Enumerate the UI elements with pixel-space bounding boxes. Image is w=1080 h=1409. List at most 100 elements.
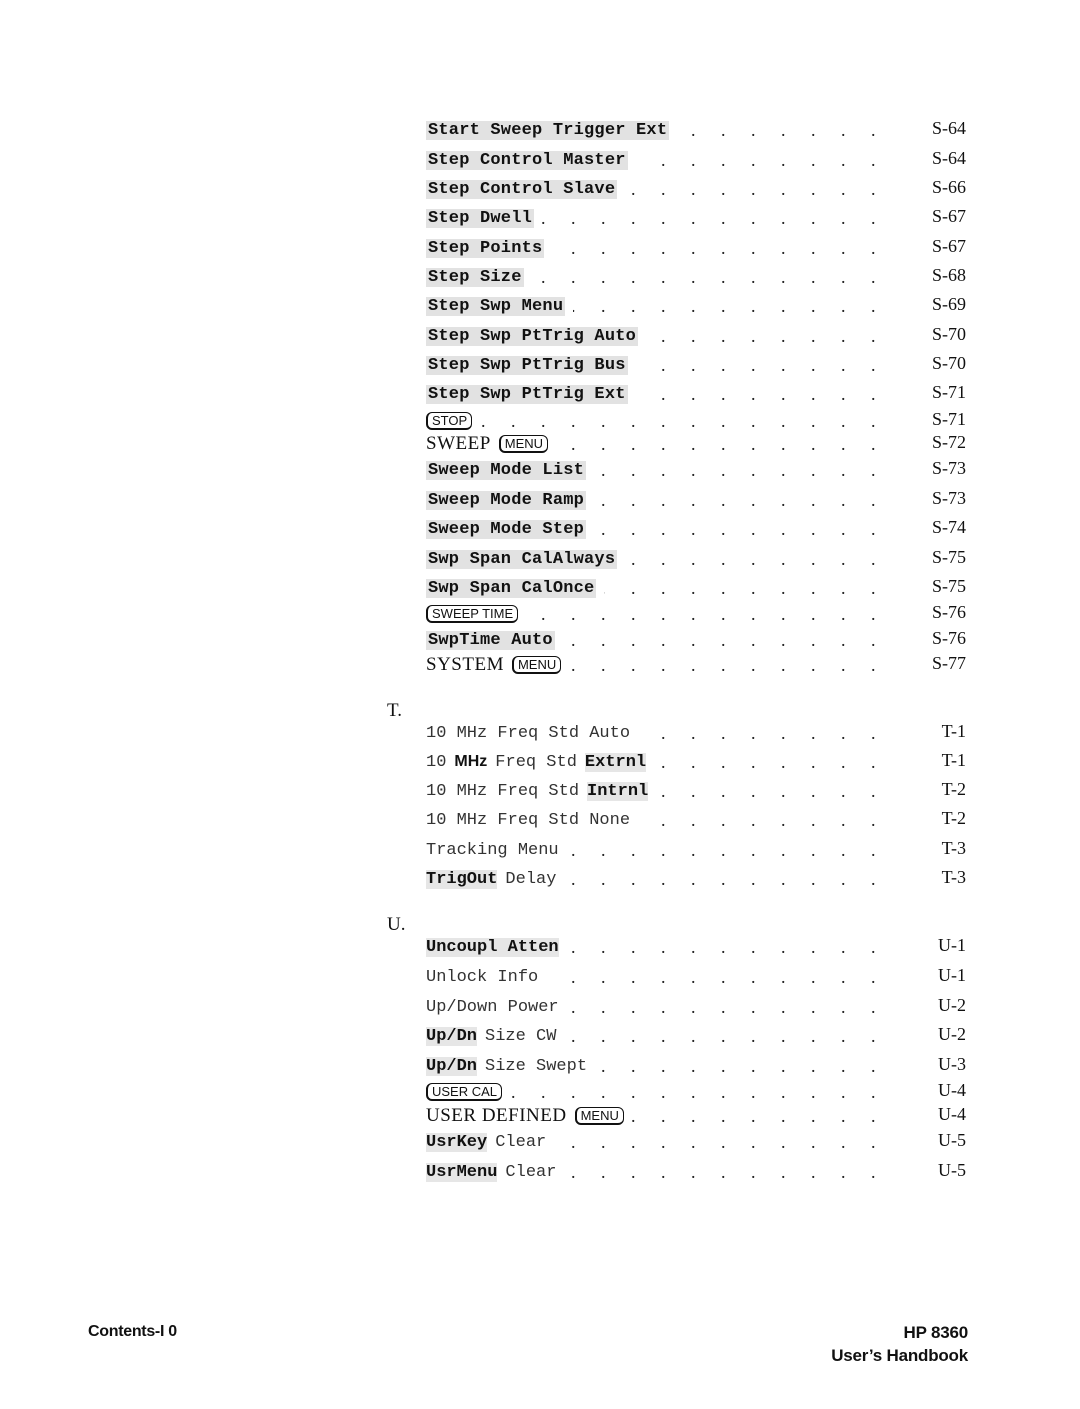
leader-dots: . . . . . . . . . . . . . . . . . . . . … [567, 936, 886, 957]
page-reference: S-64 [931, 148, 966, 168]
entry-label: 10 MHz Freq Std None [426, 811, 630, 830]
index-entry: USER DEFINED MENU . . . . . . . . . . . . … [426, 1102, 886, 1130]
entry-label: Step Size [426, 267, 524, 287]
leader-dots: . . . . . . . . . . . . . . . . . . . . … [595, 1055, 886, 1076]
leader-dots: . . . . . . . . . . . . . . . . . . . . … [646, 325, 886, 346]
text-label: 10 MHz Freq Std [426, 781, 580, 801]
index-entry: SWEEP MENU . . . . . . . . . . . . . . . .… [426, 430, 886, 458]
index-entry: Sweep Mode Ramp . . . . . . . . . . . . .… [426, 486, 886, 514]
softkey-label: Step Swp PtTrig Ext [426, 384, 628, 404]
softkey-label: Step Swp PtTrig Auto [426, 326, 639, 346]
index-entry: Uncoupl Atten . . . . . . . . . . . . . .… [426, 933, 886, 961]
page-reference: S-67 [931, 206, 966, 226]
leader-dots: . . . . . . . . . . . . . . . . . . . . … [567, 839, 886, 860]
text-label: Size CW [485, 1026, 557, 1046]
index-entry: Swp Span CalOnce . . . . . . . . . . . . … [426, 574, 886, 602]
softkey-label: Sweep Mode Ramp [426, 490, 587, 510]
leader-dots: . . . . . . . . . . . . . . . . . . . . … [567, 996, 886, 1017]
softkey-label: Uncoupl Atten [426, 937, 559, 957]
hardkey-label: MENU [498, 435, 549, 453]
section-letter-t: T. [387, 700, 402, 721]
leader-dots: . . . . . . . . . . . . . . . . . . . . … [510, 1081, 886, 1102]
index-entry: 10 MHz Freq Std Extrnl . . . . . . . . . . .… [426, 748, 886, 776]
page-reference: T-1 [941, 750, 966, 770]
entry-label: 10 MHz Freq Std Extrnl [426, 752, 647, 772]
leader-dots: . . . . . . . . . . . . . . . . . . . . … [569, 654, 886, 675]
hardkey-label: USER CAL [426, 1083, 503, 1101]
leader-dots: . . . . . . . . . . . . . . . . . . . . … [636, 354, 886, 375]
softkey-label: Step Control Slave [426, 179, 618, 199]
page-reference: U-4 [938, 1080, 966, 1100]
page-footer-label: Contents-I 0 [88, 1323, 177, 1340]
leader-dots: . . . . . . . . . . . . . . . . . . . . … [604, 577, 886, 598]
page-reference: S-69 [931, 294, 966, 314]
leader-dots: . . . . . . . . . . . . . . . . . . . . … [563, 629, 886, 650]
page-reference: U-2 [938, 995, 966, 1015]
index-entry: Step Swp PtTrig Bus . . . . . . . . . . .… [426, 351, 886, 379]
entry-label: Up/Dn Size Swept [426, 1056, 587, 1076]
entry-label: SWEEP MENU [426, 433, 549, 455]
index-entry: Unlock Info . . . . . . . . . . . . . . .… [426, 963, 886, 991]
leader-dots: . . . . . . . . . . . . . . . . . . . . … [625, 548, 886, 569]
entry-label: Step Dwell [426, 208, 535, 228]
hardkey-label: STOP [426, 412, 473, 430]
key-group-label: SWEEP [426, 433, 491, 454]
index-entry: 10 MHz Freq Std Intrnl . . . . . . . . . .… [426, 777, 886, 805]
page-reference: S-75 [931, 547, 966, 567]
text-label: Clear [495, 1132, 547, 1152]
leader-dots: . . . . . . . . . . . . . . . . . . . . … [556, 433, 886, 454]
entry-label: Up/Dn Size CW [426, 1026, 557, 1046]
leader-dots: . . . . . . . . . . . . . . . . . . . . … [573, 295, 886, 316]
leader-dots: . . . . . . . . . . . . . . . . . . . . … [480, 410, 886, 431]
entry-label: 10 MHz Freq Std Intrnl [426, 781, 649, 801]
index-entry: TrigOut Delay . . . . . . . . . . . . . . … [426, 865, 886, 893]
text-label: Clear [505, 1162, 557, 1182]
page-reference: T-3 [941, 838, 966, 858]
page-reference: U-2 [938, 1024, 966, 1044]
index-entry: Start Sweep Trigger Ext . . . . . . . . .… [426, 116, 886, 144]
page-reference: U-1 [938, 935, 966, 955]
entry-label: Step Swp Menu [426, 296, 566, 316]
softkey-label: Step Swp Menu [426, 296, 566, 316]
text-label: 10 MHz Freq Std Auto [426, 723, 631, 743]
page-reference: S-68 [931, 265, 966, 285]
manual-name: User’s Handbook [831, 1346, 968, 1365]
leader-dots: . . . . . . . . . . . . . . . . . . . . … [654, 751, 886, 772]
index-entry: Step Control Master . . . . . . . . . . .… [426, 146, 886, 174]
leader-dots: . . . . . . . . . . . . . . . . . . . . … [552, 237, 886, 258]
index-entry: SWEEP TIME . . . . . . . . . . . . . . . … [426, 600, 886, 628]
entry-label: Step Swp PtTrig Ext [426, 384, 628, 404]
softkey-label: Intrnl [587, 781, 649, 801]
page-reference: U-5 [938, 1130, 966, 1150]
index-entry: Step Dwell . . . . . . . . . . . . . . . … [426, 204, 886, 232]
index-entry: Sweep Mode List . . . . . . . . . . . . .… [426, 456, 886, 484]
page-reference: S-70 [931, 324, 966, 344]
softkey-label: Up/Dn [426, 1026, 478, 1046]
entry-label: Start Sweep Trigger Ext [426, 120, 670, 140]
leader-dots: . . . . . . . . . . . . . . . . . . . . … [625, 178, 886, 199]
entry-label: TrigOut Delay [426, 869, 556, 889]
page-reference: U-5 [938, 1160, 966, 1180]
leader-dots: . . . . . . . . . . . . . . . . . . . . … [564, 1025, 886, 1046]
entry-label: Swp Span CalOnce [426, 578, 597, 598]
leader-dots: . . . . . . . . . . . . . . . . . . . . … [594, 459, 886, 480]
softkey-label: UsrMenu [426, 1162, 498, 1182]
entry-label: Swp Span CalAlways [426, 549, 618, 569]
page-reference: T-1 [941, 721, 966, 741]
page-reference: T-2 [941, 808, 966, 828]
leader-dots: . . . . . . . . . . . . . . . . . . . . … [542, 207, 886, 228]
softkey-label: Step Control Master [426, 150, 628, 170]
key-group-label: SYSTEM [426, 654, 504, 675]
softkey-label: MHz [454, 753, 488, 770]
entry-label: Up/Down Power [426, 998, 559, 1017]
page-reference: U-1 [938, 965, 966, 985]
text-label: 10 [426, 752, 447, 772]
leader-dots: . . . . . . . . . . . . . . . . . . . . … [594, 518, 886, 539]
leader-dots: . . . . . . . . . . . . . . . . . . . . … [532, 266, 886, 287]
entry-label: Sweep Mode List [426, 460, 587, 480]
leader-dots: . . . . . . . . . . . . . . . . . . . . … [564, 868, 886, 889]
page-reference: S-71 [931, 409, 966, 429]
softkey-label: Step Size [426, 267, 524, 287]
text-label: Unlock Info [426, 967, 539, 987]
softkey-label: UsrKey [426, 1132, 488, 1152]
